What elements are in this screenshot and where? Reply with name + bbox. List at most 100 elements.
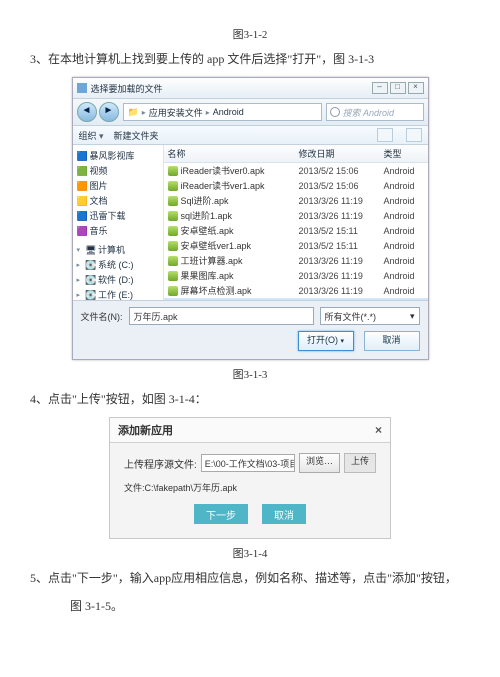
filename-label: 文件名(N): [81, 310, 123, 323]
minimize-button[interactable]: – [372, 82, 388, 94]
file-row[interactable]: iReader读书ver1.apk 2013/5/2 15:06Android [164, 178, 428, 193]
file-row[interactable]: iReader读书ver0.apk 2013/5/2 15:06Android [164, 163, 428, 178]
file-row[interactable]: 万年历.apk2013/4/7 9:23Android [164, 298, 428, 300]
sidebar-item-computer[interactable]: 🖥计算机 [73, 242, 163, 257]
sidebar-item[interactable]: 🟪音乐 [73, 223, 163, 238]
file-row[interactable]: 果果图库.apk 2013/3/26 11:19Android [164, 268, 428, 283]
file-row[interactable]: 安卓壁纸.apk 2013/5/2 15:11Android [164, 223, 428, 238]
search-input[interactable]: 搜索 Android [326, 103, 424, 121]
upload-button[interactable]: 上传 [344, 453, 376, 473]
file-name: 屏幕坏点检测.apk [181, 284, 252, 297]
apk-file-icon [168, 196, 178, 206]
paragraph-step-5b: 图 3-1-5。 [70, 597, 470, 614]
apk-file-icon [168, 211, 178, 221]
dialog-titlebar: 选择要加载的文件 – □ × [73, 78, 428, 99]
paragraph-step-3: 3、在本地计算机上找到要上传的 app 文件后选择"打开"，图 3-1-3 [30, 50, 470, 69]
file-name: 安卓壁纸.apk [181, 224, 234, 237]
sidebar-item[interactable]: 🟨文档 [73, 193, 163, 208]
organize-menu[interactable]: 组织 [79, 129, 104, 142]
open-button[interactable]: 打开(O) ▾ [298, 331, 354, 351]
file-name: 安卓壁纸ver1.apk [181, 239, 252, 252]
upload-path-input[interactable]: E:\00-工作文档\03-项目实施 [201, 454, 295, 472]
file-date: 2013/3/26 11:19 [299, 211, 384, 221]
file-name: sql进阶1.apk [181, 209, 233, 222]
file-type: Android [384, 271, 424, 281]
close-button[interactable]: × [408, 82, 424, 94]
dialog-sidebar: 🟦暴风影视库 🟩视频 🟧图片 🟨文档 🟦迅雷下载 🟪音乐 🖥计算机 💽系统 (C… [73, 145, 164, 300]
apk-file-icon [168, 241, 178, 251]
cancel-button-upload[interactable]: 取消 [262, 504, 306, 524]
file-type: Android [384, 211, 424, 221]
file-type: Android [384, 226, 424, 236]
sidebar-item-drive[interactable]: 💽系统 (C:) [73, 257, 163, 272]
sidebar-item-drive[interactable]: 💽软件 (D:) [73, 272, 163, 287]
column-header-type[interactable]: 类型 [384, 147, 424, 160]
breadcrumb-segment[interactable]: Android [213, 107, 244, 117]
file-type: Android [384, 166, 424, 176]
file-row[interactable]: 工班计算器.apk2013/3/26 11:19Android [164, 253, 428, 268]
file-list-header: 名称 修改日期 类型 [164, 145, 428, 163]
column-header-date[interactable]: 修改日期 [299, 147, 384, 160]
folder-icon: 📁 [128, 107, 139, 118]
file-name: 工班计算器.apk [181, 254, 243, 267]
breadcrumb-segment[interactable]: 应用安装文件 [149, 106, 203, 119]
sidebar-item[interactable]: 🟦迅雷下载 [73, 208, 163, 223]
window-icon [77, 83, 87, 93]
figure-caption-3-1-3: 图3-1-3 [30, 366, 470, 382]
file-date: 2013/5/2 15:11 [299, 226, 384, 236]
file-type: Android [384, 286, 424, 296]
file-date: 2013/5/2 15:06 [299, 166, 384, 176]
browse-button[interactable]: 浏览… [299, 453, 340, 473]
file-name: iReader读书ver0.apk [181, 164, 265, 177]
new-folder-button[interactable]: 新建文件夹 [114, 129, 159, 142]
file-type: Android [384, 196, 424, 206]
view-mode-button[interactable] [377, 128, 393, 142]
maximize-button[interactable]: □ [390, 82, 406, 94]
close-icon[interactable]: × [375, 423, 382, 437]
file-name: Sql进阶.apk [181, 194, 229, 207]
file-row[interactable]: 安卓壁纸ver1.apk 2013/5/2 15:11Android [164, 238, 428, 253]
chevron-right-icon: ▸ [142, 108, 146, 117]
breadcrumb[interactable]: 📁 ▸ 应用安装文件 ▸ Android [123, 103, 322, 121]
sidebar-item[interactable]: 🟦暴风影视库 [73, 148, 163, 163]
chevron-right-icon: ▸ [206, 108, 210, 117]
filename-input[interactable]: 万年历.apk [129, 307, 314, 325]
sidebar-item-drive[interactable]: 💽工作 (E:) [73, 287, 163, 300]
upload-source-label: 上传程序源文件: [124, 456, 197, 471]
help-button[interactable] [406, 128, 422, 142]
sidebar-item[interactable]: 🟧图片 [73, 178, 163, 193]
file-name: iReader读书ver1.apk [181, 179, 265, 192]
file-type: Android [384, 241, 424, 251]
nav-back-button[interactable]: ◄ [77, 102, 97, 122]
upload-dialog: 添加新应用 × 上传程序源文件: E:\00-工作文档\03-项目实施 浏览… … [109, 417, 391, 539]
nav-forward-button[interactable]: ► [99, 102, 119, 122]
apk-file-icon [168, 256, 178, 266]
file-date: 2013/3/26 11:19 [299, 196, 384, 206]
paragraph-step-4: 4、点击"上传"按钮，如图 3-1-4： [30, 390, 470, 409]
paragraph-step-5: 5、点击"下一步"，输入app应用相应信息，例如名称、描述等，点击"添加"按钮， [30, 569, 470, 588]
upload-dialog-titlebar: 添加新应用 × [110, 418, 390, 443]
file-row[interactable]: Sql进阶.apk 2013/3/26 11:19Android [164, 193, 428, 208]
file-type: Android [384, 256, 424, 266]
column-header-name[interactable]: 名称 [168, 147, 299, 160]
apk-file-icon [168, 226, 178, 236]
dialog-title: 选择要加载的文件 [91, 82, 372, 95]
next-step-button[interactable]: 下一步 [194, 504, 248, 524]
chevron-down-icon: ▾ [410, 311, 415, 322]
file-row[interactable]: 屏幕坏点检测.apk 2013/3/26 11:19Android [164, 283, 428, 298]
file-type: Android [384, 181, 424, 191]
file-date: 2013/5/2 15:11 [299, 241, 384, 251]
file-name: 果果图库.apk [181, 269, 234, 282]
file-date: 2013/3/26 11:19 [299, 286, 384, 296]
file-date: 2013/5/2 15:06 [299, 181, 384, 191]
file-name: 万年历.apk [181, 299, 225, 300]
apk-file-icon [168, 286, 178, 296]
sidebar-item[interactable]: 🟩视频 [73, 163, 163, 178]
file-row[interactable]: sql进阶1.apk 2013/3/26 11:19Android [164, 208, 428, 223]
file-type-filter[interactable]: 所有文件(*.*)▾ [320, 307, 420, 325]
apk-file-icon [168, 181, 178, 191]
file-list: 名称 修改日期 类型 iReader读书ver0.apk 2013/5/2 15:… [164, 145, 428, 300]
file-date: 2013/3/26 11:19 [299, 271, 384, 281]
cancel-button[interactable]: 取消 [364, 331, 420, 351]
apk-file-icon [168, 271, 178, 281]
